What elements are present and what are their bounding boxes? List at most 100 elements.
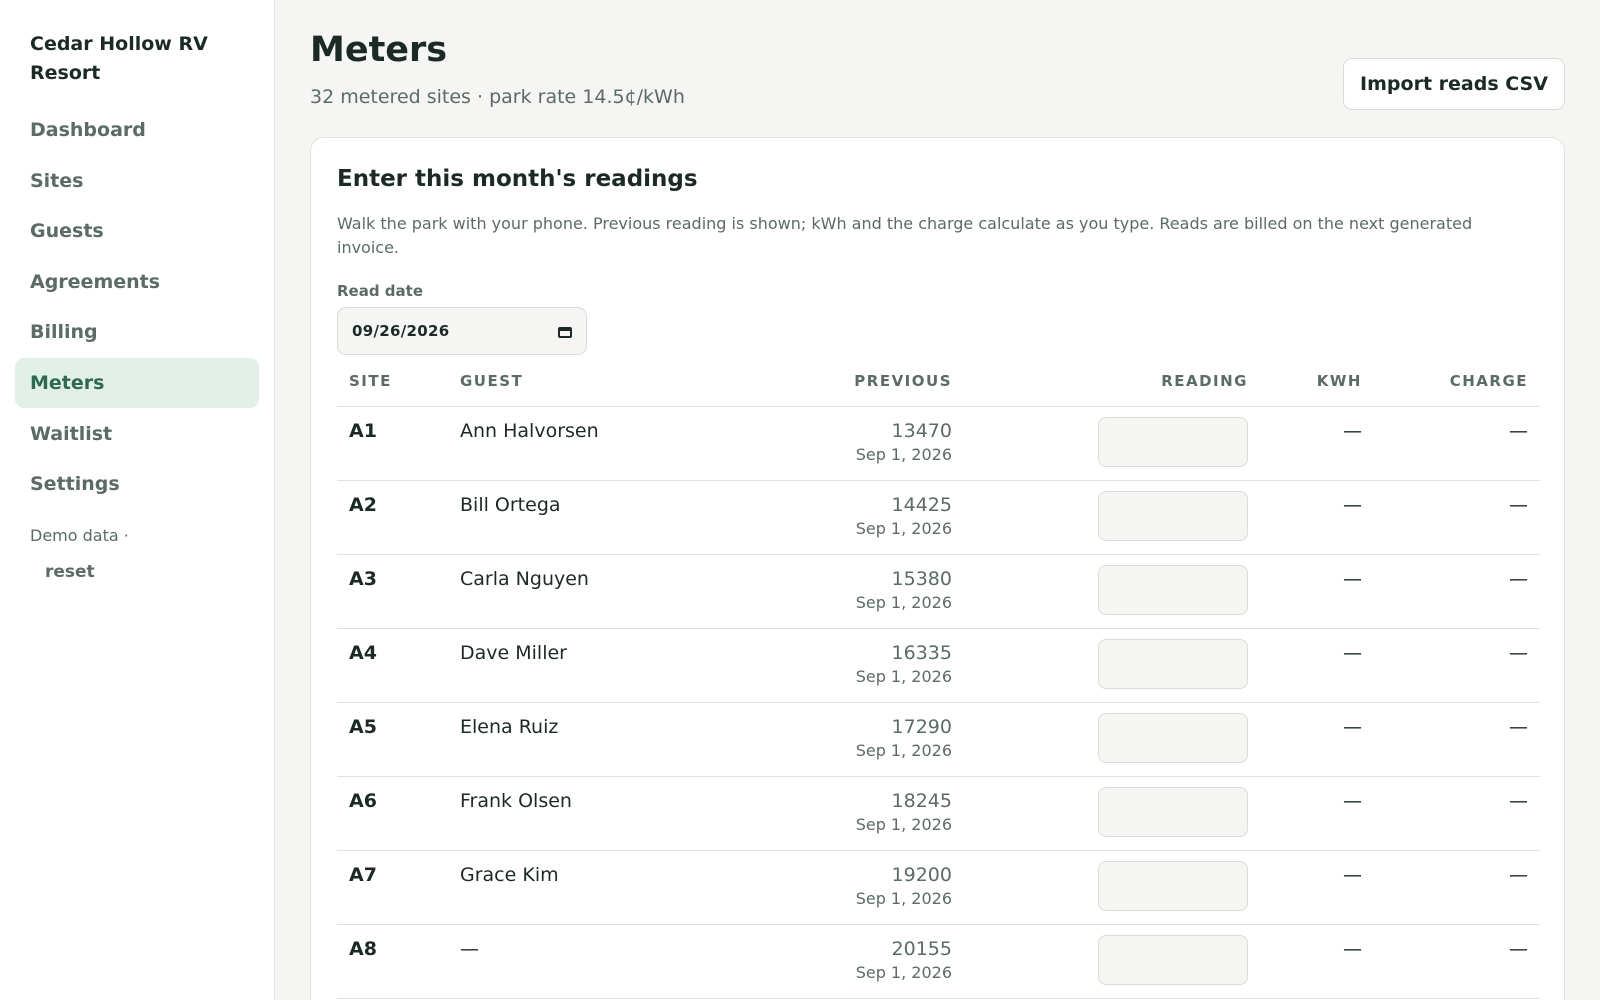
previous-date: Sep 1, 2026 [855, 815, 952, 834]
previous-date: Sep 1, 2026 [855, 963, 952, 982]
table-row: A1 Ann Halvorsen 13470 Sep 1, 2026 — — [337, 407, 1540, 481]
charge-value: — [1509, 568, 1528, 590]
previous-date: Sep 1, 2026 [855, 667, 952, 686]
previous-date: Sep 1, 2026 [855, 741, 952, 760]
kwh-value: — [1343, 568, 1362, 590]
guest-name: Dave Miller [460, 642, 567, 664]
table-row: A4 Dave Miller 16335 Sep 1, 2026 — — [337, 629, 1540, 703]
calendar-icon[interactable] [558, 325, 572, 338]
sidebar-item-guests[interactable]: Guests [15, 206, 259, 256]
previous-value: 16335 [891, 642, 952, 664]
readings-table: SITE GUEST PREVIOUS READING KWH CHARGE A… [337, 355, 1540, 999]
guest-name: Carla Nguyen [460, 568, 589, 590]
read-date-label: Read date [337, 282, 424, 300]
page-subtitle: 32 metered sites · park rate 14.5¢/kWh [310, 86, 685, 108]
site-id: A1 [349, 420, 377, 442]
table-row: A8 — 20155 Sep 1, 2026 — — [337, 925, 1540, 999]
card-description: Walk the park with your phone. Previous … [337, 214, 1473, 257]
previous-value: 18245 [891, 790, 952, 812]
card-title: Enter this month's readings [337, 166, 698, 192]
previous-reading: 13470 Sep 1, 2026 [856, 419, 952, 467]
col-previous: PREVIOUS [854, 372, 952, 390]
sidebar: Cedar Hollow RV Resort Dashboard Sites Gue… [0, 0, 275, 1000]
previous-date: Sep 1, 2026 [855, 519, 952, 538]
demo-data-label: Demo data · [30, 526, 129, 545]
previous-value: 14425 [891, 494, 952, 516]
sidebar-item-agreements[interactable]: Agreements [15, 257, 259, 307]
previous-reading: 19200 Sep 1, 2026 [856, 863, 952, 911]
site-id: A8 [349, 938, 377, 960]
reading-input[interactable] [1098, 417, 1248, 467]
charge-value: — [1509, 642, 1528, 664]
guest-name: Grace Kim [460, 864, 559, 886]
kwh-value: — [1343, 790, 1362, 812]
table-row: A2 Bill Ortega 14425 Sep 1, 2026 — — [337, 481, 1540, 555]
charge-value: — [1509, 494, 1528, 516]
col-guest: GUEST [460, 372, 524, 390]
guest-name: Bill Ortega [460, 494, 561, 516]
reading-input[interactable] [1098, 491, 1248, 541]
col-site: SITE [349, 372, 392, 390]
charge-value: — [1509, 420, 1528, 442]
kwh-value: — [1343, 420, 1362, 442]
site-id: A6 [349, 790, 377, 812]
table-row: A3 Carla Nguyen 15380 Sep 1, 2026 — — [337, 555, 1540, 629]
guest-name: Frank Olsen [460, 790, 572, 812]
brand-name: Cedar Hollow RV Resort [30, 33, 208, 84]
sidebar-item-sites[interactable]: Sites [15, 156, 259, 206]
charge-value: — [1509, 864, 1528, 886]
reading-input[interactable] [1098, 787, 1248, 837]
reading-input[interactable] [1098, 565, 1248, 615]
sidebar-item-dashboard[interactable]: Dashboard [15, 105, 259, 155]
reset-demo-link[interactable]: reset [45, 562, 95, 582]
import-reads-csv-button[interactable]: Import reads CSV [1343, 58, 1565, 110]
previous-value: 19200 [891, 864, 952, 886]
previous-reading: 18245 Sep 1, 2026 [856, 789, 952, 837]
sidebar-item-meters[interactable]: Meters [15, 357, 259, 408]
table-header: SITE GUEST PREVIOUS READING KWH CHARGE [337, 355, 1540, 407]
sidebar-nav: Dashboard Sites Guests Agreements Billing Met… [15, 105, 259, 510]
col-reading: READING [1161, 372, 1248, 390]
reading-input[interactable] [1098, 935, 1248, 985]
previous-value: 13470 [891, 420, 952, 442]
kwh-value: — [1343, 642, 1362, 664]
site-id: A3 [349, 568, 377, 590]
site-id: A2 [349, 494, 377, 516]
previous-value: 20155 [891, 938, 952, 960]
read-date-value: 09/26/2026 [352, 322, 450, 340]
previous-reading: 16335 Sep 1, 2026 [856, 641, 952, 689]
site-id: A4 [349, 642, 377, 664]
previous-reading: 14425 Sep 1, 2026 [856, 493, 952, 541]
previous-reading: 15380 Sep 1, 2026 [856, 567, 952, 615]
reading-input[interactable] [1098, 639, 1248, 689]
table-body: A1 Ann Halvorsen 13470 Sep 1, 2026 — — A2 Bill … [337, 407, 1540, 999]
table-row: A5 Elena Ruiz 17290 Sep 1, 2026 — — [337, 703, 1540, 777]
charge-value: — [1509, 716, 1528, 738]
kwh-value: — [1343, 864, 1362, 886]
kwh-value: — [1343, 494, 1362, 516]
kwh-value: — [1343, 716, 1362, 738]
readings-card: Enter this month's readings Walk the par… [310, 137, 1565, 1000]
previous-value: 17290 [891, 716, 952, 738]
kwh-value: — [1343, 938, 1362, 960]
col-kwh: KWH [1316, 372, 1362, 390]
previous-reading: 17290 Sep 1, 2026 [856, 715, 952, 763]
charge-value: — [1509, 790, 1528, 812]
guest-name: Ann Halvorsen [460, 420, 599, 442]
sidebar-item-waitlist[interactable]: Waitlist [15, 409, 259, 459]
reading-input[interactable] [1098, 861, 1248, 911]
table-row: A6 Frank Olsen 18245 Sep 1, 2026 — — [337, 777, 1540, 851]
reading-input[interactable] [1098, 713, 1248, 763]
read-date-input[interactable]: 09/26/2026 [337, 307, 587, 355]
table-row: A7 Grace Kim 19200 Sep 1, 2026 — — [337, 851, 1540, 925]
page-title: Meters [310, 30, 448, 70]
previous-date: Sep 1, 2026 [855, 593, 952, 612]
site-id: A7 [349, 864, 377, 886]
previous-date: Sep 1, 2026 [855, 445, 952, 464]
previous-date: Sep 1, 2026 [855, 889, 952, 908]
site-id: A5 [349, 716, 377, 738]
previous-value: 15380 [891, 568, 952, 590]
sidebar-item-billing[interactable]: Billing [15, 307, 259, 357]
guest-name: Elena Ruiz [460, 716, 559, 738]
sidebar-item-settings[interactable]: Settings [15, 459, 259, 509]
